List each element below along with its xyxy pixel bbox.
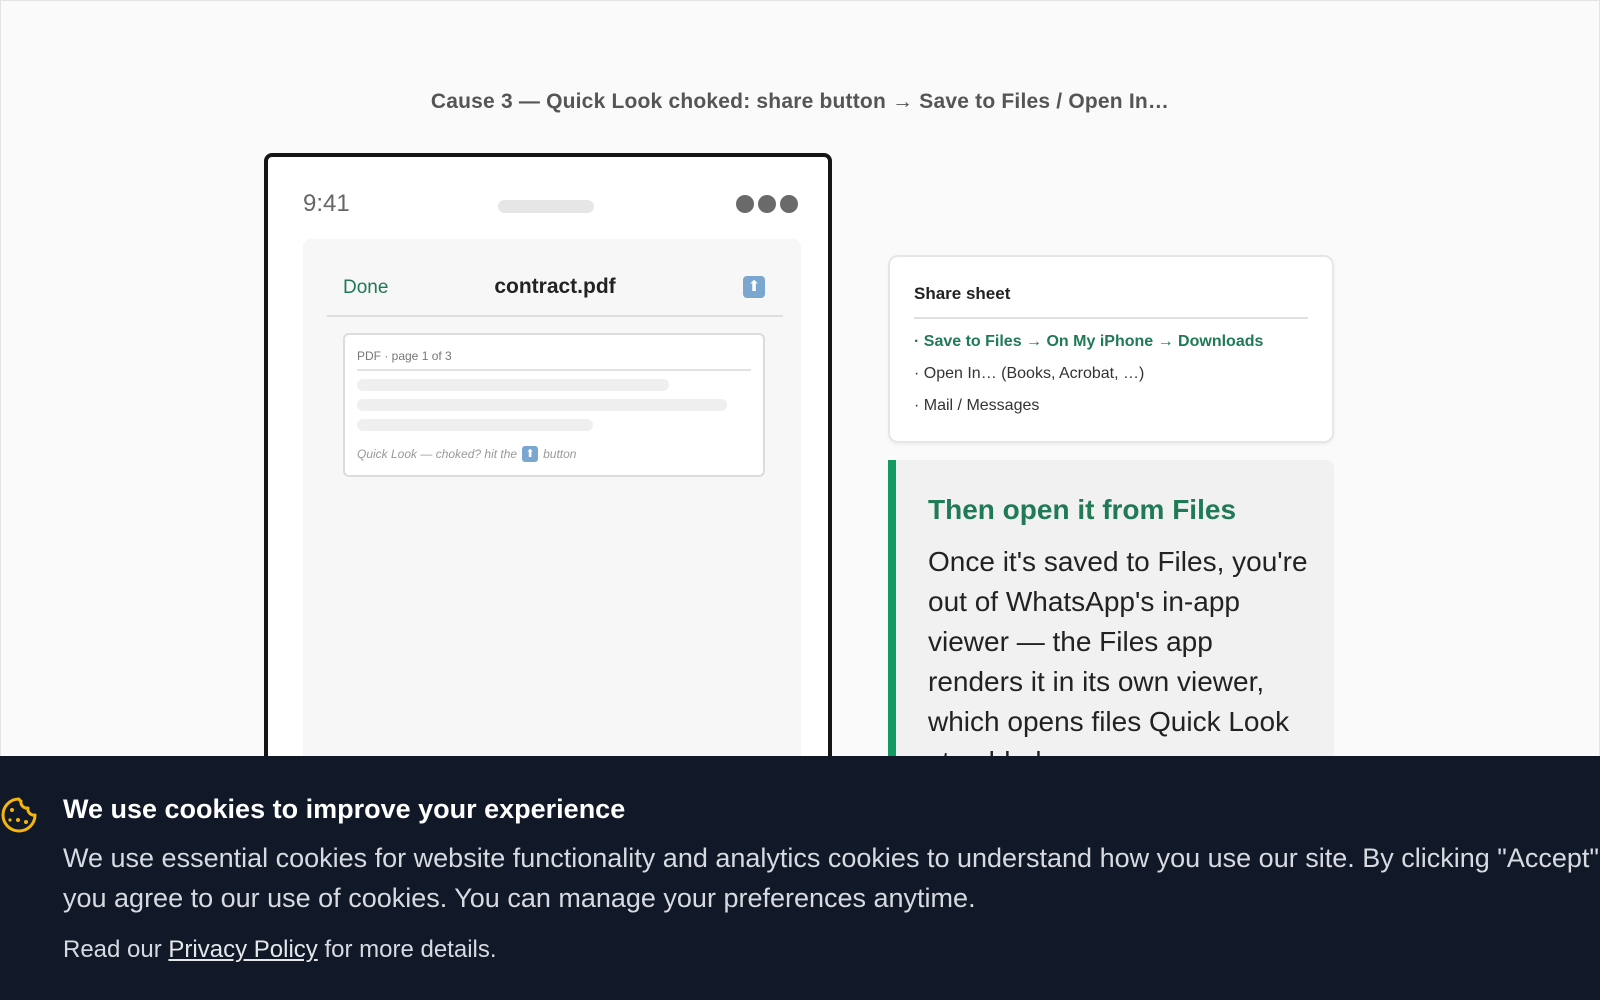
cookie-title: We use cookies to improve your experienc… [63,794,626,824]
privacy-note-prefix: Read our [63,936,162,963]
share-sheet-heading: Share sheet [914,284,1011,303]
cookie-banner: We use cookies to improve your experienc… [0,756,1600,1000]
status-dot-icon [758,195,776,213]
quick-look-viewer: Done contract.pdf ⬆ PDF · page 1 of 3 Qu… [303,239,801,809]
share-icon: ⬆ [522,446,539,462]
callout-title: Then open it from Files [928,494,1237,525]
divider [914,317,1308,319]
share-option-mail-messages[interactable]: · Mail / Messages [914,397,1039,415]
cookie-icon [1,797,37,833]
share-option-save-to-files[interactable]: · Save to Files → On My iPhone → Downloa… [914,333,1263,351]
share-icon[interactable]: ⬆ [743,276,765,298]
done-button[interactable]: Done [343,277,388,299]
status-time: 9:41 [303,190,350,217]
page-indicator: PDF · page 1 of 3 [357,349,452,363]
text-placeholder-line [357,399,727,411]
status-icons [736,195,798,213]
phone-mockup: 9:41 Done contract.pdf ⬆ PDF · page 1 of… [264,153,832,813]
text-placeholder-line [357,419,593,431]
status-dot-icon [736,195,754,213]
share-option-open-in[interactable]: · Open In… (Books, Acrobat, …) [914,365,1144,383]
dynamic-island [498,200,594,213]
cookie-description: We use essential cookies for website fun… [63,843,1600,913]
tip-callout: Then open it from Files Once it's saved … [888,460,1334,780]
quick-look-hint: Quick Look — choked? hit the ⬆ button [357,446,576,462]
privacy-policy-link[interactable]: Privacy Policy [168,936,317,963]
divider [357,369,751,371]
figure-caption: Cause 3 — Quick Look choked: share butto… [430,90,1170,113]
status-dot-icon [780,195,798,213]
pdf-page-preview: PDF · page 1 of 3 Quick Look — choked? h… [343,333,765,477]
privacy-note-suffix: for more details. [324,936,497,963]
file-title: contract.pdf [494,275,616,298]
callout-body: Once it's saved to Files, you're out of … [928,546,1308,777]
hint-text-before: Quick Look — choked? hit the [357,447,518,461]
share-sheet-card: Share sheet · Save to Files → On My iPho… [888,255,1334,443]
viewer-nav-bar: Done contract.pdf ⬆ [327,239,783,317]
hint-text-after: button [543,447,577,461]
text-placeholder-line [357,379,669,391]
privacy-note: Read our Privacy Policy for more details… [63,936,497,964]
